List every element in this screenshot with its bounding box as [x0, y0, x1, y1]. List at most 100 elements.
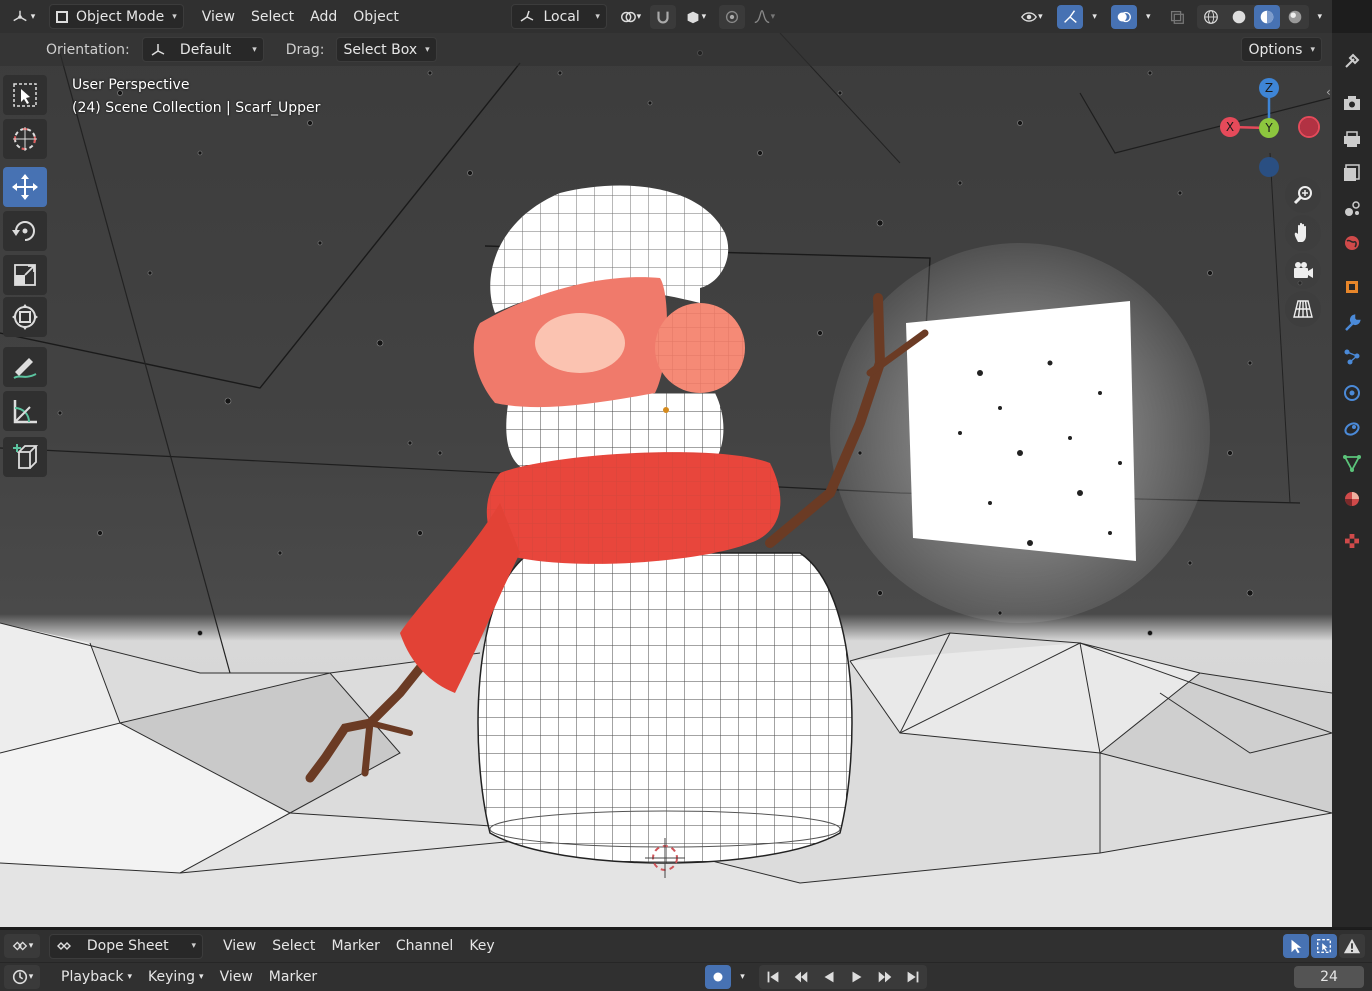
keyframes-icon — [57, 942, 71, 950]
editor-type-button[interactable]: ▾ — [6, 5, 40, 29]
prev-keyframe-button[interactable] — [788, 965, 814, 989]
menu-select[interactable]: Select — [243, 9, 302, 25]
chevron-down-icon[interactable]: ▾ — [1317, 12, 1322, 22]
options-dropdown[interactable]: Options ▾ — [1241, 37, 1322, 62]
world-tab[interactable] — [1340, 231, 1364, 255]
material-preview-button[interactable] — [1254, 4, 1281, 29]
pan-button[interactable] — [1285, 215, 1321, 251]
chevron-down-icon: ▾ — [191, 941, 196, 951]
object-tab[interactable] — [1340, 275, 1364, 299]
dashed-select-icon — [1317, 939, 1331, 953]
auto-keying-toggle[interactable] — [705, 965, 732, 989]
move-icon — [12, 174, 38, 200]
material-ball-icon — [1345, 492, 1359, 506]
mode-dropdown[interactable]: Object Mode ▾ — [49, 4, 184, 29]
dope-menu-key[interactable]: Key — [461, 938, 502, 954]
magnet-icon — [657, 11, 669, 23]
dope-sheet-mode-dropdown[interactable]: Dope Sheet ▾ — [49, 933, 203, 959]
rendered-shading-button[interactable] — [1282, 5, 1308, 29]
menu-view[interactable]: View — [194, 9, 243, 25]
snap-toggle[interactable] — [649, 4, 676, 29]
jump-start-button[interactable] — [760, 965, 786, 989]
menu-object[interactable]: Object — [345, 9, 407, 25]
orientation-label: Orientation: — [46, 41, 130, 58]
menu-add[interactable]: Add — [302, 9, 345, 25]
particles-tab[interactable] — [1340, 345, 1364, 369]
3d-viewport[interactable]: User Perspective (24) Scene Collection |… — [0, 33, 1332, 927]
dope-sheet-editor-type-button[interactable]: ▾ — [4, 934, 40, 958]
play-button[interactable] — [844, 965, 870, 989]
dope-menu-marker[interactable]: Marker — [323, 938, 387, 954]
chevron-down-icon: ▾ — [127, 972, 132, 982]
snap-target-button[interactable]: ▾ — [678, 5, 712, 29]
orientation-dropdown[interactable]: Default ▾ — [141, 37, 264, 62]
record-icon — [713, 972, 723, 982]
timeline-menu-marker[interactable]: Marker — [261, 969, 325, 985]
select-box-tool[interactable] — [3, 75, 47, 115]
next-keyframe-button[interactable] — [872, 965, 898, 989]
collapse-chevron-icon[interactable]: ‹ — [1326, 85, 1331, 99]
select-box-icon — [13, 83, 37, 107]
camera-view-button[interactable] — [1285, 253, 1321, 289]
data-tab[interactable] — [1340, 451, 1364, 475]
playback-menu[interactable]: Playback — [53, 969, 131, 985]
chevron-down-icon[interactable]: ▾ — [740, 972, 745, 982]
modifier-tab[interactable] — [1340, 311, 1364, 335]
solid-shading-button[interactable] — [1226, 5, 1252, 29]
keying-menu[interactable]: Keying — [140, 969, 203, 985]
scene-tab[interactable] — [1340, 197, 1364, 221]
show-hidden-toggle[interactable] — [1311, 934, 1337, 958]
zoom-button[interactable] — [1285, 177, 1321, 213]
drag-dropdown[interactable]: Select Box ▾ — [336, 37, 437, 62]
transform-tool[interactable] — [3, 297, 47, 337]
gizmo-toggle[interactable] — [1057, 4, 1084, 29]
timeline-editor-type-button[interactable]: ▾ — [4, 965, 40, 989]
only-selected-toggle[interactable] — [1283, 934, 1309, 958]
xray-toggle[interactable] — [1164, 5, 1190, 29]
chevron-down-icon[interactable]: ▾ — [1146, 12, 1151, 22]
pivot-point-button[interactable]: ▾ — [612, 5, 648, 29]
dope-menu-select[interactable]: Select — [264, 938, 323, 954]
material-tab[interactable] — [1340, 487, 1364, 511]
current-frame-field[interactable]: 24 — [1294, 966, 1364, 988]
output-tab[interactable] — [1340, 127, 1364, 151]
tool-tab[interactable] — [1340, 49, 1364, 73]
cursor-tool[interactable] — [3, 119, 47, 159]
overlays-toggle[interactable] — [1110, 4, 1137, 29]
view-layer-tab[interactable] — [1340, 161, 1364, 185]
render-tab[interactable] — [1340, 91, 1364, 115]
dope-menu-view[interactable]: View — [215, 938, 264, 954]
rotate-tool[interactable] — [3, 211, 47, 251]
transform-orientation-dropdown[interactable]: Local ▾ — [510, 4, 607, 29]
jump-end-button[interactable] — [900, 965, 926, 989]
visibility-button[interactable]: ▾ — [1012, 5, 1050, 29]
falloff-button[interactable]: ▾ — [747, 5, 781, 29]
gizmo-icon — [1064, 9, 1078, 23]
only-errors-toggle[interactable] — [1339, 934, 1365, 958]
navigation-gizmo[interactable]: X Y Z — [1214, 73, 1324, 183]
play-reverse-button[interactable] — [816, 965, 842, 989]
scene-icon — [1345, 201, 1360, 216]
snap-increment-icon — [687, 11, 699, 23]
wireframe-shading-button[interactable] — [1198, 5, 1224, 29]
texture-tab[interactable] — [1340, 529, 1364, 553]
chevron-down-icon[interactable]: ▾ — [1092, 12, 1097, 22]
eye-icon — [1021, 11, 1038, 22]
add-cube-tool[interactable] — [3, 437, 47, 477]
constraints-tab[interactable] — [1340, 417, 1364, 441]
chevron-down-icon: ▾ — [199, 972, 204, 982]
dope-menu-channel[interactable]: Channel — [388, 938, 461, 954]
wireframe-icon — [1204, 9, 1219, 24]
object-square-icon — [1346, 281, 1358, 293]
physics-orbit-icon — [1344, 385, 1360, 401]
timeline-menu-view[interactable]: View — [212, 969, 261, 985]
proportional-editing-toggle[interactable] — [718, 4, 745, 29]
scale-tool[interactable] — [3, 255, 47, 295]
move-tool[interactable] — [3, 167, 47, 207]
measure-tool[interactable] — [3, 391, 47, 431]
perspective-toggle-button[interactable] — [1285, 291, 1321, 327]
dope-sheet-mode-label: Dope Sheet — [86, 938, 169, 954]
annotate-tool[interactable] — [3, 347, 47, 387]
header-right-controls: ▾ ▾ ▾ ▾ — [1011, 4, 1326, 29]
physics-tab[interactable] — [1340, 381, 1364, 405]
